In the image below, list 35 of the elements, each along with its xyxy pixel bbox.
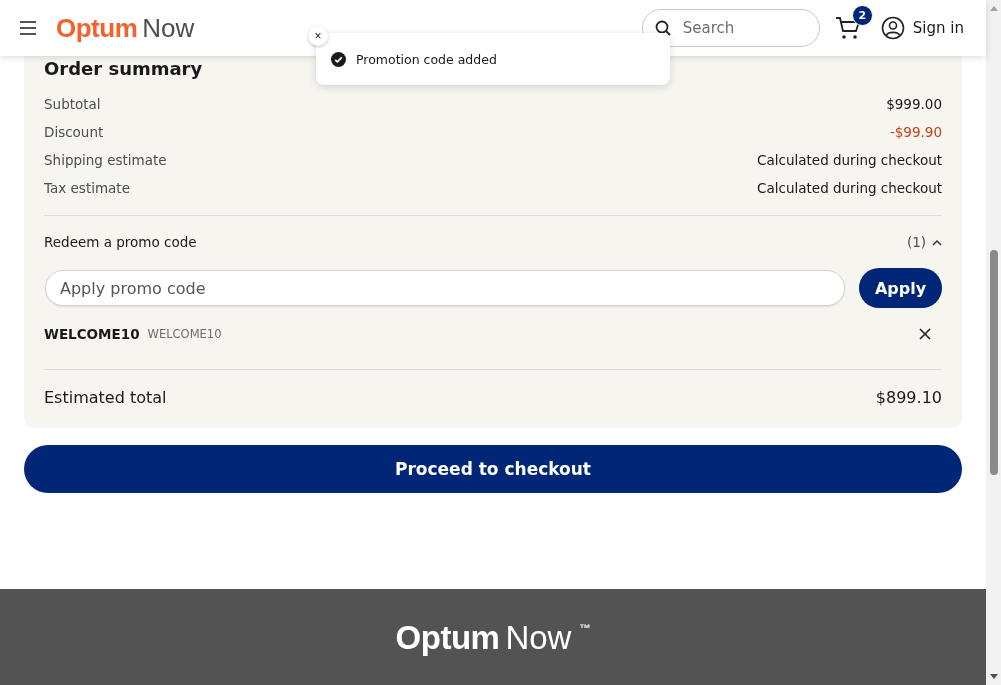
summary-value: Calculated during checkout [757, 152, 942, 168]
summary-value: $999.00 [886, 96, 942, 112]
promo-code: WELCOME10 [44, 326, 140, 342]
chevron-icon [932, 238, 942, 246]
cart-icon[interactable] [834, 15, 861, 41]
summary-label: Shipping estimate [44, 152, 167, 168]
promo-description: WELCOME10 [147, 327, 223, 341]
cart-count-badge: 2 [851, 5, 873, 26]
section-title: Order summary [44, 58, 203, 80]
user-icon [880, 16, 905, 40]
footer-logo-product: Now [505, 619, 572, 657]
close-icon[interactable] [918, 327, 932, 341]
trademark-mark: ™ [579, 622, 591, 634]
sign-in-button[interactable]: Sign in [880, 16, 964, 40]
promo-heading: Redeem a promo code [44, 234, 198, 250]
apply-button[interactable]: Apply [859, 268, 942, 308]
footer-logo-brand: Optum [395, 619, 500, 657]
menu-icon[interactable] [20, 21, 36, 35]
check-circle-icon [331, 51, 346, 67]
total-value: $899.10 [875, 387, 942, 407]
toast-message: Promotion code added [356, 51, 497, 67]
scroll-down-icon[interactable] [989, 674, 998, 680]
summary-value: -$99.90 [889, 124, 942, 140]
logo-product[interactable]: Now [142, 12, 195, 44]
scrollbar-thumb[interactable] [989, 250, 998, 475]
search-icon [654, 20, 671, 36]
summary-label: Tax estimate [44, 180, 130, 196]
search-field[interactable]: Search [641, 9, 820, 47]
promo-code-field[interactable]: Apply promo code [45, 270, 845, 306]
summary-value: Calculated during checkout [757, 180, 942, 196]
total-label: Estimated total [44, 387, 167, 407]
summary-label: Subtotal [44, 96, 101, 112]
checkout-button[interactable]: Proceed to checkout [24, 445, 962, 493]
promo-toggle[interactable]: (1) [906, 234, 942, 250]
summary-label: Discount [44, 124, 104, 140]
